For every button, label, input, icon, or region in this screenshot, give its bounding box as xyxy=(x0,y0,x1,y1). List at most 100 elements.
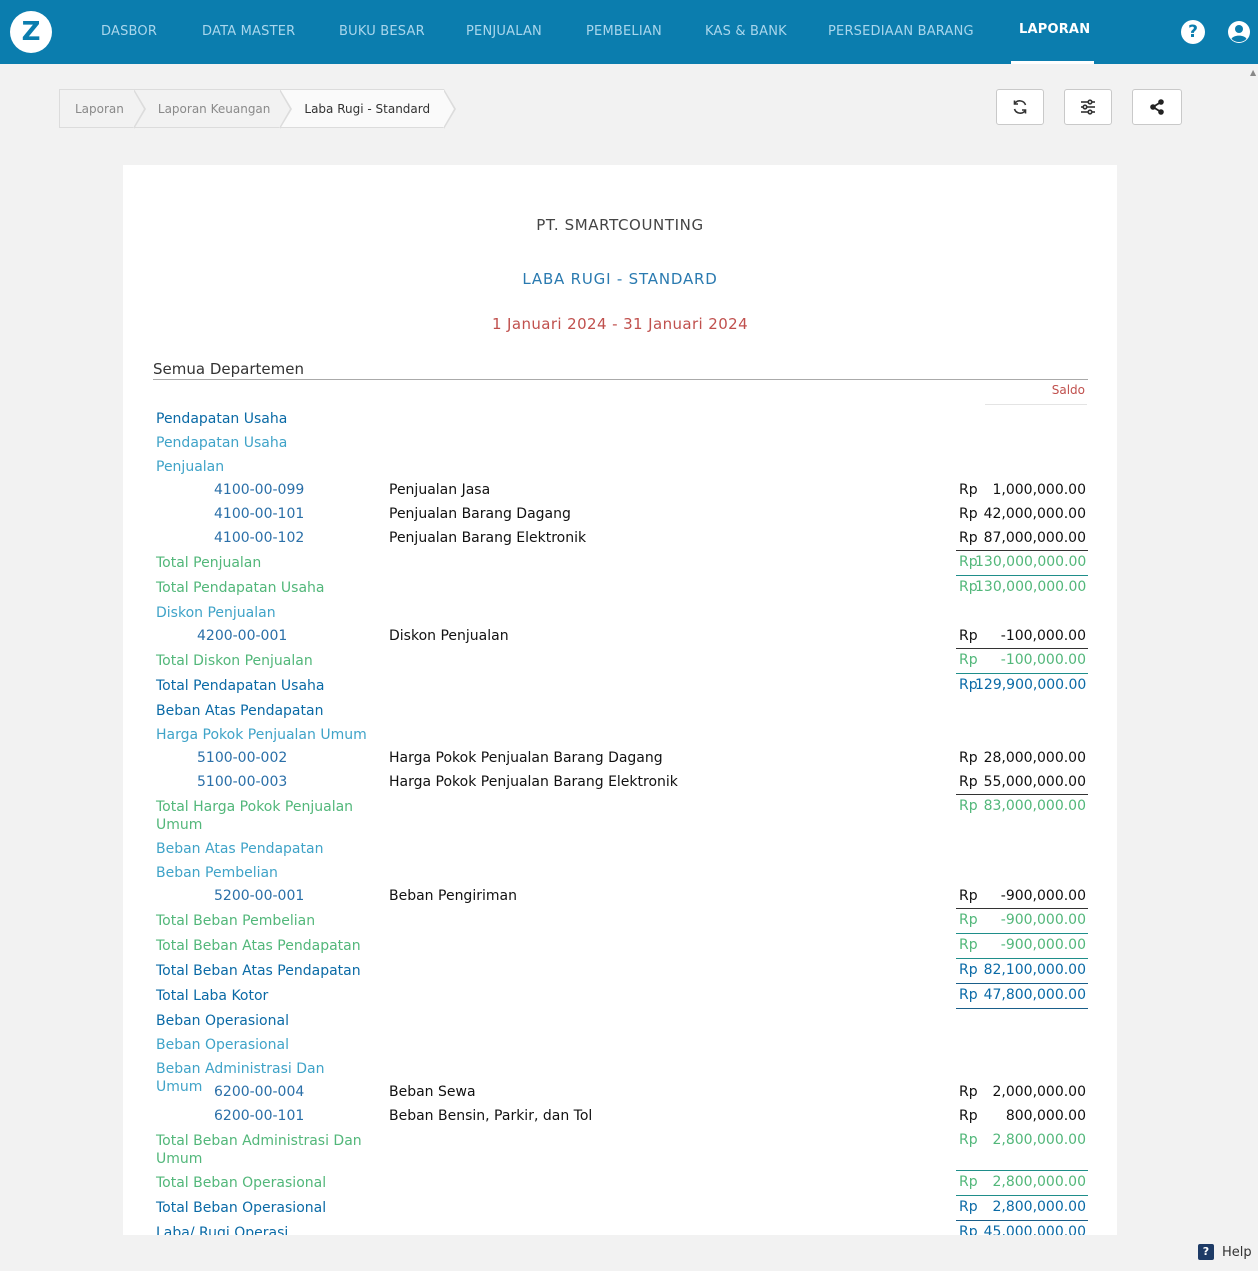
share-button[interactable] xyxy=(1132,89,1182,125)
nav-pembelian[interactable]: PEMBELIAN xyxy=(586,0,662,64)
group-label: Pendapatan Usaha xyxy=(156,411,288,427)
total-label: Total Harga Pokok Penjualan Umum xyxy=(156,799,354,833)
breadcrumb-item[interactable]: Laporan xyxy=(59,89,146,129)
company-name: PT. SMARTCOUNTING xyxy=(536,216,704,234)
amount-value: 47,800,000.00 xyxy=(983,987,1086,1003)
breadcrumb-item[interactable]: Laporan Keuangan xyxy=(133,89,293,129)
total-row: Total Diskon Penjualan Rp -100,000.00 xyxy=(123,652,1117,677)
amount-underline xyxy=(956,908,1088,909)
total-row: Laba/ Rugi Operasi Rp 45,000,000.00 xyxy=(123,1224,1117,1235)
nav-buku-besar[interactable]: BUKU BESAR xyxy=(339,0,425,64)
user-circle-icon[interactable] xyxy=(1227,20,1251,44)
amount-value[interactable]: 800,000.00 xyxy=(975,1108,1086,1124)
account-code[interactable]: 5200-00-001 xyxy=(214,888,304,904)
group-label: Beban Pembelian xyxy=(156,865,278,881)
total-row: Total Penjualan Rp 130,000,000.00 xyxy=(123,554,1117,579)
account-row: 4100-00-099 Penjualan Jasa Rp 1,000,000.00 xyxy=(123,482,1117,506)
filter-button[interactable] xyxy=(1064,89,1112,125)
account-name: Penjualan Barang Dagang xyxy=(389,506,571,522)
amount-underline xyxy=(956,673,1088,674)
amount-underline xyxy=(956,933,1088,934)
report-paper: PT. SMARTCOUNTING LABA RUGI - STANDARD 1… xyxy=(123,165,1117,1235)
group-header-row: Pendapatan Usaha xyxy=(123,410,1117,434)
amount-value: 2,800,000.00 xyxy=(992,1132,1086,1148)
nav-penjualan[interactable]: PENJUALAN xyxy=(466,0,542,64)
account-code[interactable]: 4200-00-001 xyxy=(197,628,287,644)
amount-value[interactable]: 42,000,000.00 xyxy=(975,506,1086,522)
account-code[interactable]: 6200-00-101 xyxy=(214,1108,304,1124)
account-row: 6200-00-004 Beban Sewa Rp 2,000,000.00 xyxy=(123,1084,1117,1108)
group-label: Beban Operasional xyxy=(156,1013,289,1029)
scroll-up-arrow-icon[interactable]: ▲ xyxy=(1250,68,1256,77)
total-label: Total Pendapatan Usaha xyxy=(156,580,325,596)
account-code[interactable]: 4100-00-102 xyxy=(214,530,304,546)
account-name: Harga Pokok Penjualan Barang Elektronik xyxy=(389,774,678,790)
amount-value[interactable]: 87,000,000.00 xyxy=(975,530,1086,546)
account-name: Harga Pokok Penjualan Barang Dagang xyxy=(389,750,663,766)
account-name: Beban Sewa xyxy=(389,1084,476,1100)
amount-value: -900,000.00 xyxy=(1000,912,1086,928)
amount-value: 130,000,000.00 xyxy=(975,579,1087,595)
account-row: 6200-00-101 Beban Bensin, Parkir, dan Tol… xyxy=(123,1108,1117,1132)
nav-laporan[interactable]: LAPORAN xyxy=(1019,0,1090,64)
amount-value: -100,000.00 xyxy=(1000,652,1086,668)
total-row: Total Harga Pokok Penjualan Umum Rp 83,000… xyxy=(123,798,1117,840)
amount-value: 45,000,000.00 xyxy=(983,1224,1086,1235)
account-code[interactable]: 6200-00-004 xyxy=(214,1084,304,1100)
group-label: Beban Atas Pendapatan xyxy=(156,841,324,857)
refresh-button[interactable] xyxy=(996,89,1044,125)
total-row: Total Beban Atas Pendapatan Rp 82,100,000.… xyxy=(123,962,1117,987)
nav-persediaan-barang[interactable]: PERSEDIAAN BARANG xyxy=(828,0,974,64)
total-label: Total Beban Administrasi Dan Umum xyxy=(156,1133,362,1167)
group-header-row: Beban Atas Pendapatan xyxy=(123,840,1117,864)
account-row: 5100-00-003 Harga Pokok Penjualan Barang … xyxy=(123,774,1117,798)
account-code[interactable]: 5100-00-003 xyxy=(197,774,287,790)
group-header-row: Beban Operasional xyxy=(123,1012,1117,1036)
department-label: Semua Departemen xyxy=(153,360,304,378)
amount-underline xyxy=(956,1195,1088,1196)
amount-underline xyxy=(956,575,1088,576)
breadcrumb-item-current: Laba Rugi - Standard xyxy=(280,89,457,129)
amount-value[interactable]: 28,000,000.00 xyxy=(975,750,1086,766)
total-row: Total Beban Atas Pendapatan Rp -900,000.00 xyxy=(123,937,1117,962)
amount-value[interactable]: 1,000,000.00 xyxy=(975,482,1086,498)
account-code[interactable]: 5100-00-002 xyxy=(197,750,287,766)
total-label: Total Beban Atas Pendapatan xyxy=(156,938,361,954)
amount-value: -900,000.00 xyxy=(1000,937,1086,953)
account-code[interactable]: 4100-00-101 xyxy=(214,506,304,522)
total-row: Total Laba Kotor Rp 47,800,000.00 xyxy=(123,987,1117,1012)
report-period: 1 Januari 2024 - 31 Januari 2024 xyxy=(491,315,749,333)
total-label: Total Penjualan xyxy=(156,555,262,571)
nav-kas-bank[interactable]: KAS & BANK xyxy=(705,0,787,64)
group-header-row: Pendapatan Usaha xyxy=(123,434,1117,458)
group-header-row: Beban Administrasi Dan Umum xyxy=(123,1060,1117,1095)
account-name: Beban Bensin, Parkir, dan Tol xyxy=(389,1108,593,1124)
total-row: Total Beban Administrasi Dan Umum Rp 2,800… xyxy=(123,1132,1117,1174)
account-row: 4100-00-102 Penjualan Barang Elektronik Rp… xyxy=(123,530,1117,554)
account-code[interactable]: 4100-00-099 xyxy=(214,482,304,498)
group-label: Pendapatan Usaha xyxy=(156,435,288,451)
amount-value[interactable]: 2,000,000.00 xyxy=(975,1084,1086,1100)
report-title: LABA RUGI - STANDARD xyxy=(522,270,718,288)
group-header-row: Penjualan xyxy=(123,458,1117,482)
total-label: Total Beban Pembelian xyxy=(156,913,316,929)
amount-underline xyxy=(956,1170,1088,1171)
amount-underline xyxy=(956,794,1088,795)
question-circle-icon[interactable]: ? xyxy=(1181,20,1205,44)
amount-underline xyxy=(956,983,1088,984)
total-label: Total Beban Operasional xyxy=(156,1175,327,1191)
total-label: Total Beban Atas Pendapatan xyxy=(156,963,361,979)
total-label: Laba/ Rugi Operasi xyxy=(156,1225,289,1235)
amount-value[interactable]: -900,000.00 xyxy=(975,888,1086,904)
amount-underline xyxy=(956,550,1088,551)
nav-dasbor[interactable]: DASBOR xyxy=(101,0,157,64)
nav-data-master[interactable]: DATA MASTER xyxy=(202,0,295,64)
total-label: Total Pendapatan Usaha xyxy=(156,678,325,694)
amount-value[interactable]: 55,000,000.00 xyxy=(975,774,1086,790)
breadcrumb-label: Laporan xyxy=(75,102,124,116)
help-widget[interactable]: ? Help xyxy=(1198,1244,1252,1260)
group-label: Harga Pokok Penjualan Umum xyxy=(156,727,367,743)
app-logo[interactable]: Z xyxy=(10,11,52,53)
sliders-icon xyxy=(1081,99,1095,115)
amount-value[interactable]: -100,000.00 xyxy=(975,628,1086,644)
